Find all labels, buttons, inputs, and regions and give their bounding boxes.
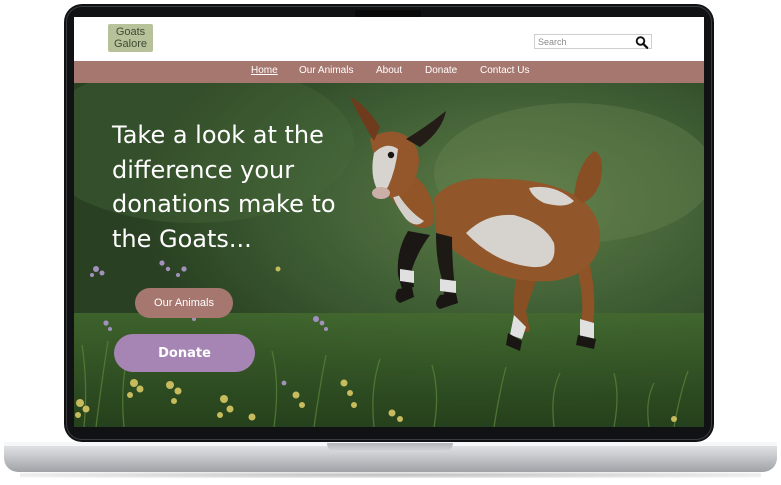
- screen-bottom-bezel: [74, 427, 704, 437]
- laptop-shadow: [20, 472, 761, 478]
- search-input[interactable]: [538, 35, 630, 48]
- hero-section: Take a look at the difference your donat…: [74, 83, 704, 427]
- site-header: Goats Galore: [74, 17, 704, 61]
- our-animals-button[interactable]: Our Animals: [135, 288, 233, 318]
- search-icon[interactable]: [635, 36, 649, 49]
- search-box: [534, 34, 652, 49]
- nav-our-animals[interactable]: Our Animals: [299, 65, 353, 76]
- laptop-screen: Goats Galore Home Our Animals About Dona…: [74, 17, 704, 427]
- laptop-opening-groove: [327, 443, 453, 452]
- nav-home[interactable]: Home: [251, 65, 278, 76]
- hero-heading: Take a look at the difference your donat…: [112, 121, 336, 253]
- site-logo[interactable]: Goats Galore: [108, 24, 153, 52]
- nav-donate[interactable]: Donate: [425, 65, 457, 76]
- nav-about[interactable]: About: [376, 65, 402, 76]
- main-nav: Home Our Animals About Donate Contact Us: [74, 61, 704, 83]
- logo-line-1: Goats: [115, 26, 146, 38]
- logo-line-2: Galore: [113, 37, 148, 50]
- nav-contact-us[interactable]: Contact Us: [480, 65, 529, 76]
- donate-button[interactable]: Donate: [114, 334, 255, 372]
